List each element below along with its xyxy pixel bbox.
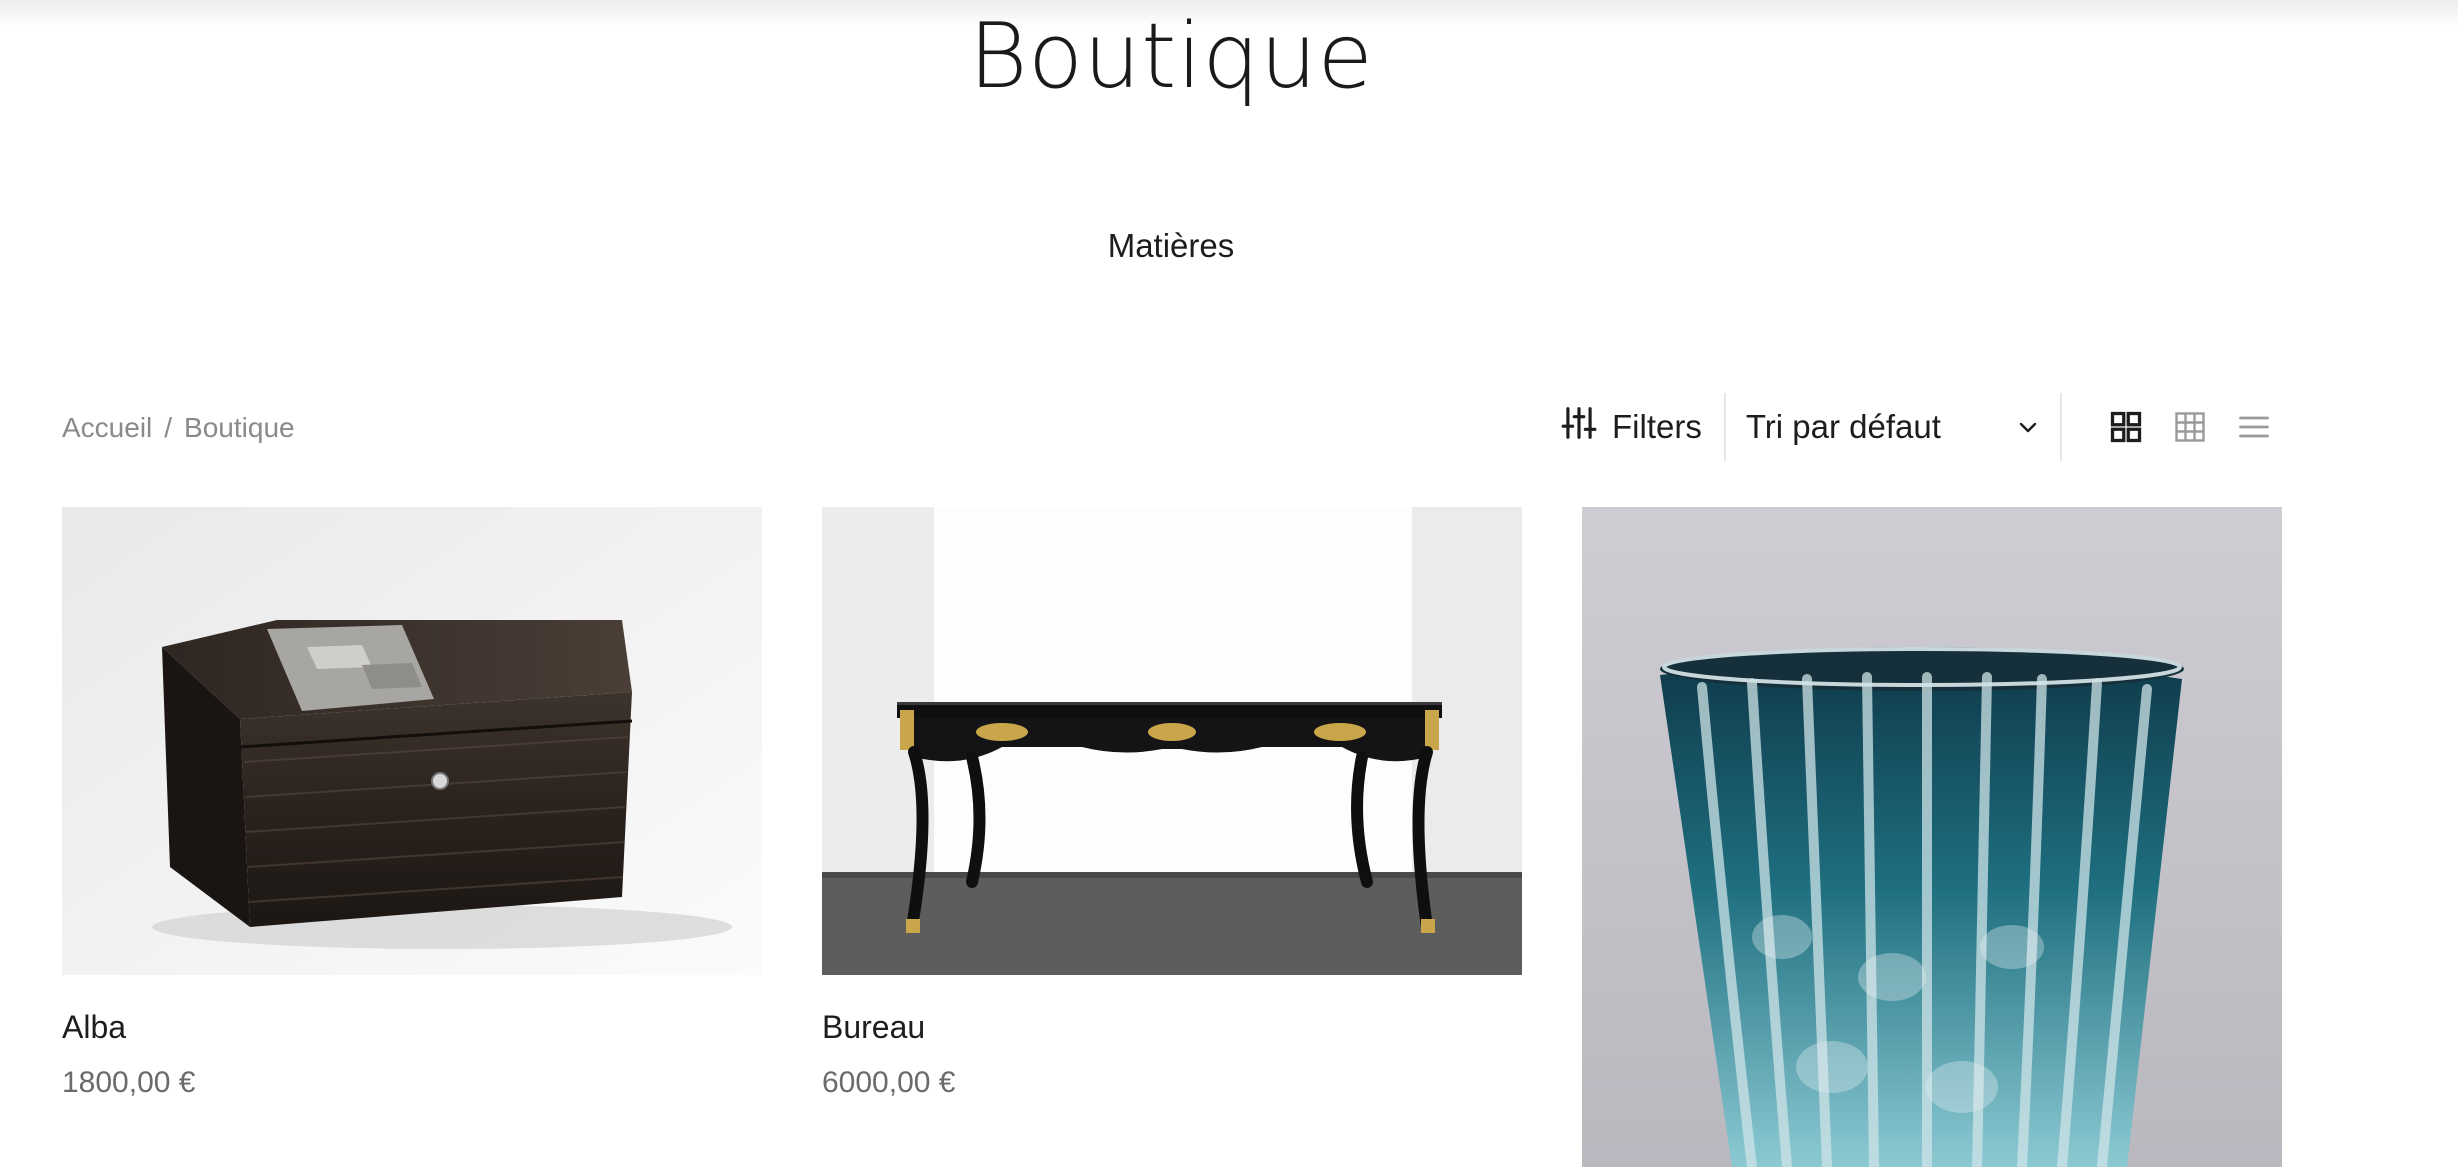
filters-label: Filters xyxy=(1612,408,1702,445)
shop-toolbar: Filters Tri par défaut xyxy=(1560,392,2272,462)
breadcrumb-separator: / xyxy=(164,412,173,443)
product-price: 1800,00 € xyxy=(62,1066,196,1099)
filters-button[interactable]: Filters xyxy=(1560,392,1724,462)
page-title: Boutique xyxy=(968,4,1374,109)
grid-2-icon[interactable] xyxy=(2108,409,2144,445)
breadcrumb: Accueil / Boutique xyxy=(62,408,295,448)
sort-select-value: Tri par défaut xyxy=(1745,408,1941,445)
sliders-icon xyxy=(1560,404,1598,450)
category-link-matieres[interactable]: Matières xyxy=(0,226,2342,266)
sort-select[interactable]: Tri par défaut xyxy=(1726,392,2060,462)
product-image[interactable] xyxy=(822,507,1522,975)
breadcrumb-current: Boutique xyxy=(184,412,295,443)
chevron-down-icon xyxy=(2016,415,2040,439)
list-icon[interactable] xyxy=(2236,409,2272,445)
product-card xyxy=(1582,507,2282,1167)
product-card: Bureau 6000,00 € xyxy=(822,507,1522,1103)
product-name[interactable]: Bureau xyxy=(822,1007,1522,1047)
product-image[interactable] xyxy=(62,507,762,975)
view-switch xyxy=(2062,409,2272,445)
product-card: Alba 1800,00 € xyxy=(62,507,762,1103)
grid-3-icon[interactable] xyxy=(2172,409,2208,445)
breadcrumb-home-link[interactable]: Accueil xyxy=(62,408,152,448)
product-name[interactable]: Alba xyxy=(62,1007,762,1047)
product-price: 6000,00 € xyxy=(822,1066,956,1099)
product-image[interactable] xyxy=(1582,507,2282,1167)
